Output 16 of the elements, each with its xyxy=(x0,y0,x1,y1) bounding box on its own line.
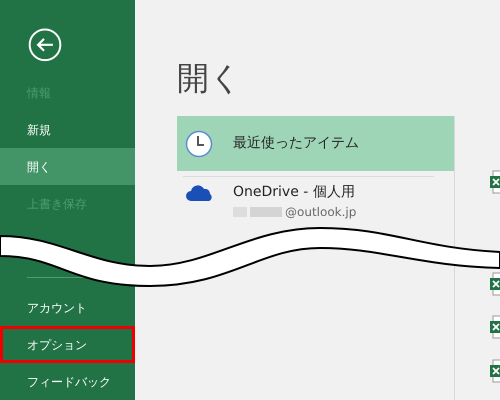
redaction-mark xyxy=(250,207,282,217)
spreadsheet-file-icon[interactable] xyxy=(490,359,500,383)
location-label: OneDrive - 個人用 xyxy=(233,183,356,202)
menu-item[interactable]: アカウント xyxy=(0,289,135,326)
menu-item[interactable]: 新規 xyxy=(0,110,135,148)
menu-item[interactable]: オプション xyxy=(0,326,135,363)
location-item[interactable]: 最近使ったアイテム xyxy=(177,116,454,171)
menu-item[interactable]: 開く xyxy=(0,148,135,185)
clock-icon xyxy=(185,130,213,158)
menu-item[interactable]: フィードバック xyxy=(0,363,135,400)
location-label: 最近使ったアイテム xyxy=(233,134,359,153)
spreadsheet-file-icon[interactable] xyxy=(490,170,500,194)
back-icon[interactable] xyxy=(28,28,62,62)
page-title: 開く xyxy=(177,62,243,94)
spreadsheet-file-icon[interactable] xyxy=(490,315,500,339)
spreadsheet-file-icon[interactable] xyxy=(490,272,500,296)
